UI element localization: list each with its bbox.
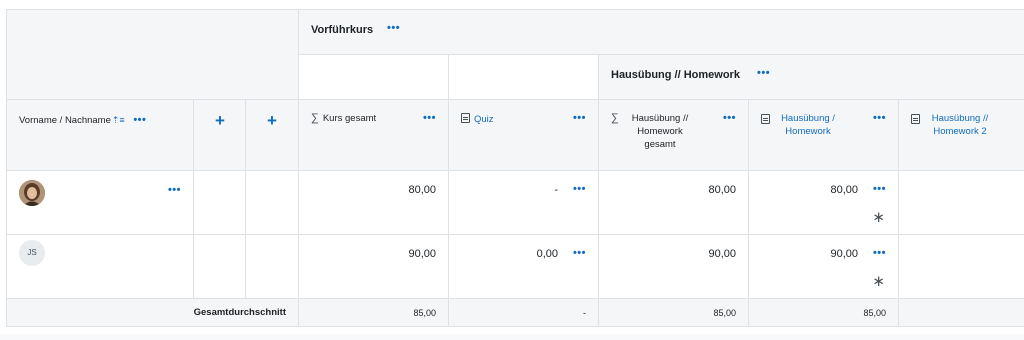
expand-column-header: + (246, 100, 299, 171)
avatar[interactable]: JS (19, 240, 45, 266)
average-cell: 85,00 (599, 299, 749, 327)
quiz-icon (461, 113, 470, 123)
empty-cell (194, 235, 246, 299)
quiz-link[interactable]: Quiz (474, 114, 494, 125)
homework1-link[interactable]: Hausübung / Homework (775, 112, 841, 138)
sigma-icon: ∑ (611, 112, 619, 124)
student-cell: JS (6, 235, 194, 299)
course-total-label: Kurs gesamt (322, 113, 377, 124)
name-column-menu-icon[interactable]: ••• (133, 114, 146, 126)
empty-header-cell (6, 9, 299, 100)
assignment-icon (911, 114, 920, 124)
average-label: Gesamtdurchschnitt (193, 307, 286, 318)
quiz-header: Quiz ••• (449, 100, 599, 171)
category-course-menu-icon[interactable]: ••• (387, 22, 400, 34)
homework-total-label-line1: Hausübung // (631, 113, 689, 124)
grade-cell[interactable]: 80,00 (299, 171, 449, 235)
course-total-menu-icon[interactable]: ••• (423, 112, 436, 124)
name-column-header: Vorname / Nachname⇡≡ ••• (6, 100, 194, 171)
grade-menu-icon[interactable]: ••• (873, 247, 886, 259)
empty-cell (246, 235, 299, 299)
assignment-icon (761, 114, 770, 124)
grade-cell[interactable]: - ••• (449, 171, 599, 235)
student-menu-icon[interactable]: ••• (168, 184, 181, 196)
empty-cell (246, 171, 299, 235)
grade-cell[interactable]: 90,00 ••• ∗ (749, 235, 899, 299)
average-cell (899, 299, 1024, 327)
overridden-asterisk-icon: ∗ (872, 273, 885, 290)
homework2-header: Hausübung // Homework 2 (899, 100, 1024, 171)
expand-column-header: + (194, 100, 246, 171)
grade-value: 80,00 (708, 184, 736, 196)
average-value: 85,00 (713, 308, 736, 318)
grade-cell[interactable]: 80,00 ••• ∗ (749, 171, 899, 235)
average-label-cell: Gesamtdurchschnitt (6, 299, 299, 327)
grade-menu-icon[interactable]: ••• (573, 183, 586, 195)
empty-cell (194, 171, 246, 235)
homework-total-label-line2: Homework (637, 126, 683, 137)
empty-category-cell (449, 55, 599, 100)
average-value: 85,00 (863, 308, 886, 318)
avatar-photo-icon (19, 180, 45, 206)
grade-menu-icon[interactable]: ••• (873, 183, 886, 195)
grade-cell[interactable] (899, 171, 1024, 235)
average-value: 85,00 (413, 308, 436, 318)
grade-cell[interactable]: 0,00 ••• (449, 235, 599, 299)
grade-cell[interactable]: 80,00 (599, 171, 749, 235)
category-homework-menu-icon[interactable]: ••• (757, 67, 770, 79)
expand-plus-icon[interactable]: + (267, 111, 277, 131)
grade-value: 0,00 (536, 248, 558, 260)
grade-cell[interactable] (899, 235, 1024, 299)
average-cell: 85,00 (299, 299, 449, 327)
category-homework-title: Hausübung // Homework (611, 69, 740, 81)
overridden-asterisk-icon: ∗ (872, 209, 885, 226)
sigma-icon: ∑ (311, 112, 319, 124)
avatar[interactable] (19, 180, 45, 206)
grade-menu-icon[interactable]: ••• (573, 247, 586, 259)
homework-total-menu-icon[interactable]: ••• (723, 112, 736, 124)
homework-total-label-line3: gesamt (644, 139, 676, 150)
grade-value: 80,00 (830, 184, 858, 196)
grade-value: 90,00 (830, 248, 858, 260)
gradebook-table: Vorführkurs ••• Hausübung // Homework ••… (6, 9, 1024, 327)
page-bottom-strip (0, 334, 1024, 340)
homework-total-header: ∑ Hausübung // Homework gesamt ••• (599, 100, 749, 171)
name-column-label[interactable]: Vorname / Nachname (19, 115, 111, 126)
grade-value: 90,00 (708, 248, 736, 260)
average-value: - (583, 308, 586, 318)
homework2-link[interactable]: Hausübung // Homework 2 (925, 112, 995, 138)
grade-cell[interactable]: 90,00 (599, 235, 749, 299)
category-course-header: Vorführkurs ••• (299, 9, 1024, 55)
average-cell: 85,00 (749, 299, 899, 327)
student-cell: ••• (6, 171, 194, 235)
homework1-menu-icon[interactable]: ••• (873, 112, 886, 124)
course-total-header: ∑ Kurs gesamt ••• (299, 100, 449, 171)
average-cell: - (449, 299, 599, 327)
empty-category-cell (299, 55, 449, 100)
grade-value: 80,00 (408, 184, 436, 196)
homework1-header: Hausübung / Homework ••• (749, 100, 899, 171)
grade-cell[interactable]: 90,00 (299, 235, 449, 299)
category-course-title: Vorführkurs (311, 24, 374, 36)
sort-ascending-icon[interactable]: ⇡≡ (112, 115, 125, 125)
grade-value: 90,00 (408, 248, 436, 260)
quiz-menu-icon[interactable]: ••• (573, 112, 586, 124)
expand-plus-icon[interactable]: + (215, 111, 225, 131)
category-homework-header: Hausübung // Homework ••• (599, 55, 1024, 100)
grade-value: - (554, 184, 558, 196)
